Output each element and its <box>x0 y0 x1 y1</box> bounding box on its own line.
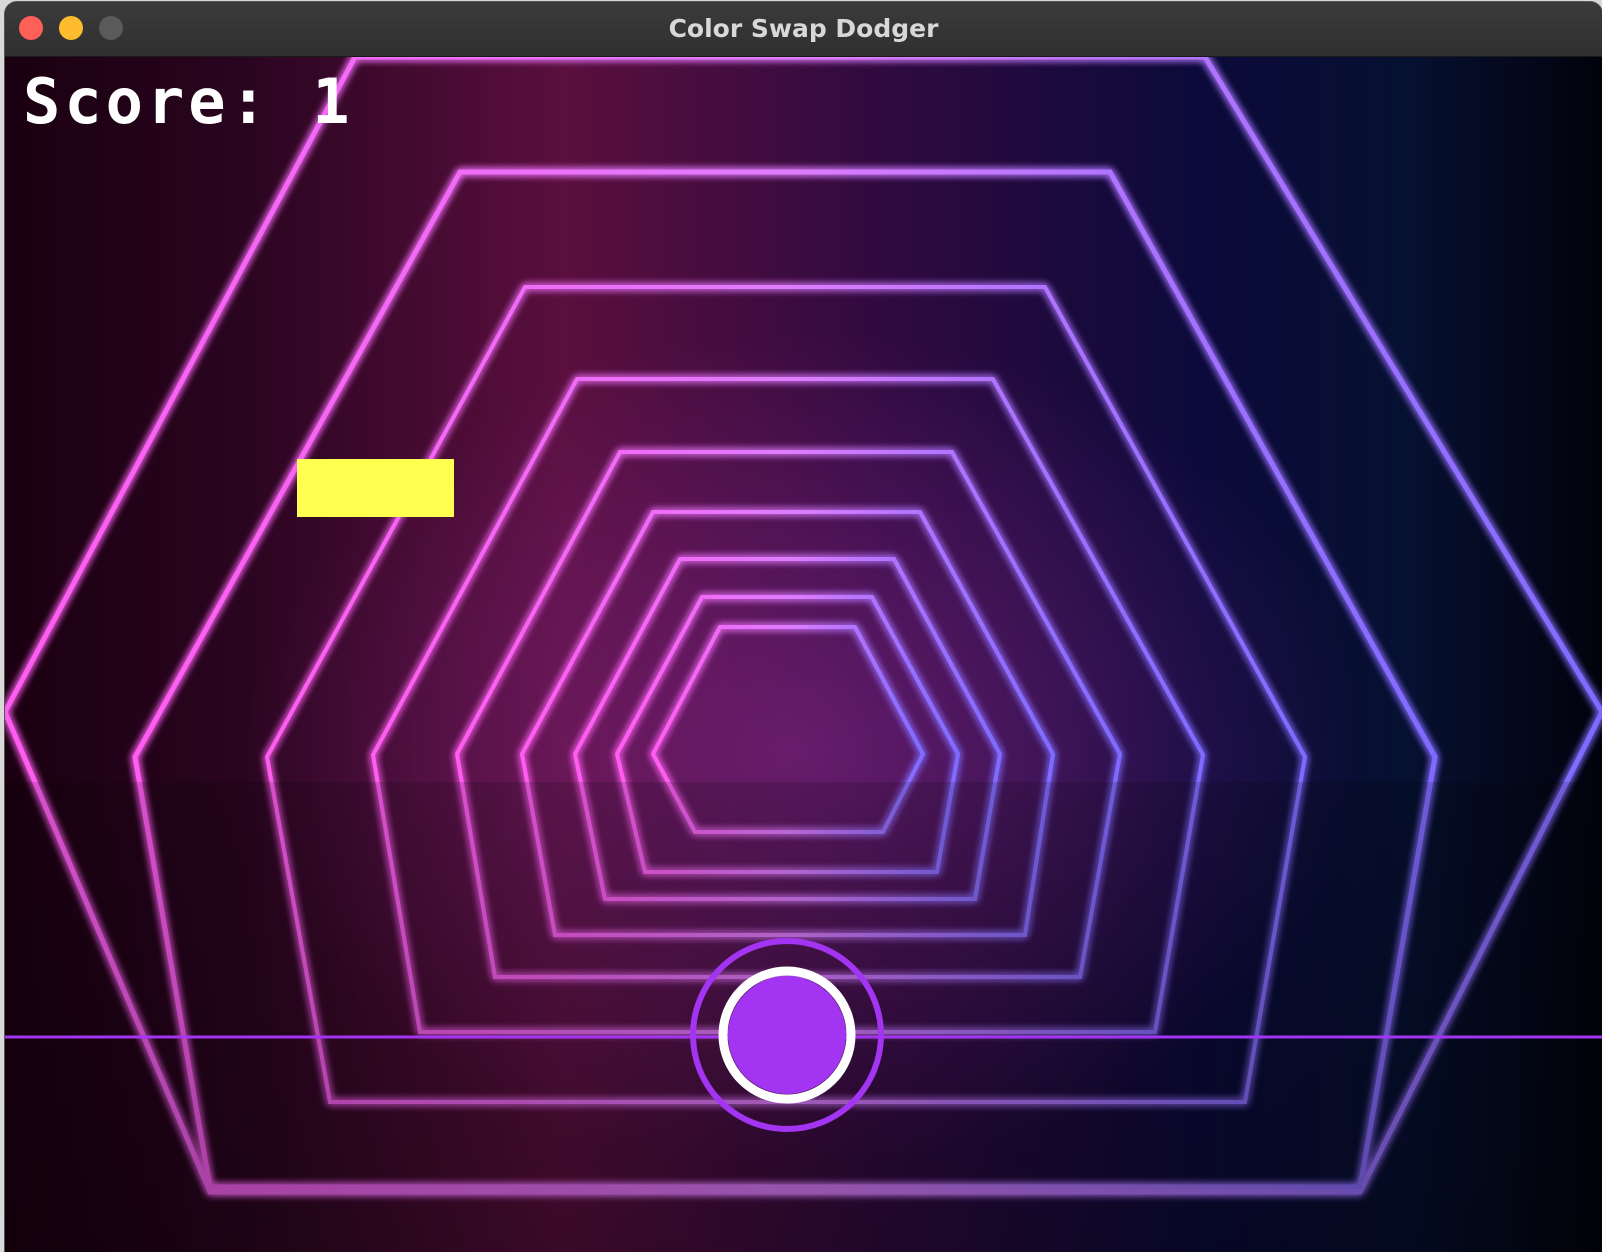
game-scene <box>5 57 1602 1252</box>
window-title: Color Swap Dodger <box>668 14 939 43</box>
yellow-obstacle <box>297 459 454 517</box>
title-bar[interactable]: Color Swap Dodger <box>5 2 1602 57</box>
game-canvas[interactable]: Score: 1 <box>5 57 1602 1252</box>
score-display: Score: 1 <box>23 71 354 133</box>
player-ball <box>728 976 846 1094</box>
game-window: Color Swap Dodger Score: 1 <box>5 2 1602 1252</box>
score-label: Score: <box>23 65 271 138</box>
score-value: 1 <box>312 65 354 138</box>
